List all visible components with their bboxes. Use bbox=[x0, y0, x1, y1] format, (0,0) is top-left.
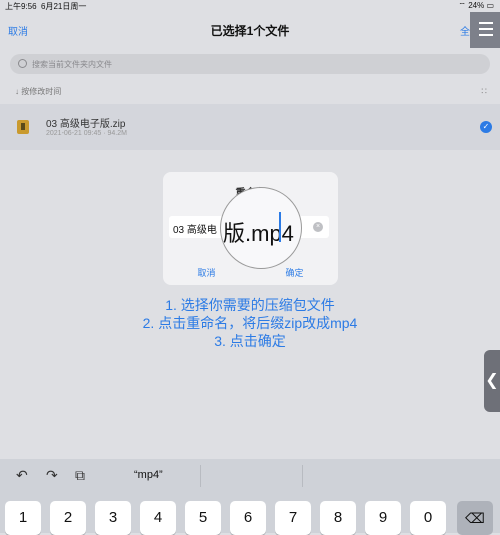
suggestion-item[interactable]: “mp4” bbox=[134, 469, 163, 481]
text-magnifier: 版.mp4 bbox=[220, 187, 302, 269]
text-caret bbox=[279, 212, 281, 242]
search-placeholder: 搜索当前文件夹内文件 bbox=[32, 60, 112, 69]
menu-icon[interactable] bbox=[470, 12, 500, 48]
key-4[interactable]: 4 bbox=[140, 501, 176, 535]
instruction-overlay: 1. 选择你需要的压缩包文件 2. 点击重命名，将后缀zip改成mp4 3. 点… bbox=[0, 296, 500, 350]
status-bar: 上午9:56 6月21日周一 ⌔ 24% ▭ bbox=[0, 0, 500, 12]
file-name: 03 高级电子版.zip bbox=[46, 119, 126, 130]
page-title: 已选择1个文件 bbox=[210, 24, 290, 38]
instruction-line-2: 2. 点击重命名，将后缀zip改成mp4 bbox=[142, 315, 358, 331]
backspace-icon[interactable]: ⌫ bbox=[457, 501, 493, 535]
clear-icon[interactable]: × bbox=[313, 222, 323, 232]
key-8[interactable]: 8 bbox=[320, 501, 356, 535]
nav-bar: 取消 已选择1个文件 全 bbox=[0, 12, 500, 48]
battery-text: 24% bbox=[468, 1, 485, 10]
rename-input-value: 03 高级电 bbox=[173, 225, 217, 236]
wifi-icon: ⌔ bbox=[458, 1, 466, 10]
key-7[interactable]: 7 bbox=[275, 501, 311, 535]
search-input[interactable]: 搜索当前文件夹内文件 bbox=[10, 54, 490, 74]
key-9[interactable]: 9 bbox=[365, 501, 401, 535]
key-1[interactable]: 1 bbox=[5, 501, 41, 535]
side-handle-chevron-icon[interactable]: ❮ bbox=[484, 350, 500, 412]
search-icon bbox=[18, 59, 27, 68]
key-5[interactable]: 5 bbox=[185, 501, 221, 535]
key-3[interactable]: 3 bbox=[95, 501, 131, 535]
status-battery: ⌔ 24% ▭ bbox=[458, 1, 494, 11]
checkmark-icon[interactable]: ✓ bbox=[480, 121, 492, 133]
paste-icon[interactable]: ⧉ bbox=[75, 467, 85, 484]
suggestion-divider bbox=[302, 465, 303, 487]
file-meta: 2021-06-21 09:45 · 94.2M bbox=[46, 130, 127, 137]
magnified-text: 版.mp4 bbox=[223, 221, 294, 246]
status-time: 上午9:56 6月21日周一 bbox=[5, 2, 87, 11]
key-6[interactable]: 6 bbox=[230, 501, 266, 535]
zip-file-icon bbox=[17, 120, 29, 134]
redo-icon[interactable]: ↷ bbox=[46, 467, 58, 484]
instruction-line-3: 3. 点击确定 bbox=[214, 333, 286, 349]
grid-view-icon[interactable]: ∷ bbox=[481, 86, 487, 97]
battery-icon: ▭ bbox=[486, 1, 494, 10]
key-2[interactable]: 2 bbox=[50, 501, 86, 535]
dialog-cancel-button[interactable]: 取消 bbox=[163, 266, 250, 279]
keyboard-toolbar: ↶ ↷ ⧉ “mp4” bbox=[0, 459, 500, 493]
instruction-line-1: 1. 选择你需要的压缩包文件 bbox=[165, 297, 335, 313]
select-all-button[interactable]: 全 bbox=[460, 23, 470, 38]
key-0[interactable]: 0 bbox=[410, 501, 446, 535]
keyboard: ↶ ↷ ⧉ “mp4” 1 2 3 4 5 6 7 8 9 0 ⌫ bbox=[0, 459, 500, 535]
suggestion-divider bbox=[200, 465, 201, 487]
sort-button[interactable]: ↓ 按修改时间 bbox=[15, 86, 61, 97]
undo-icon[interactable]: ↶ bbox=[16, 467, 28, 484]
